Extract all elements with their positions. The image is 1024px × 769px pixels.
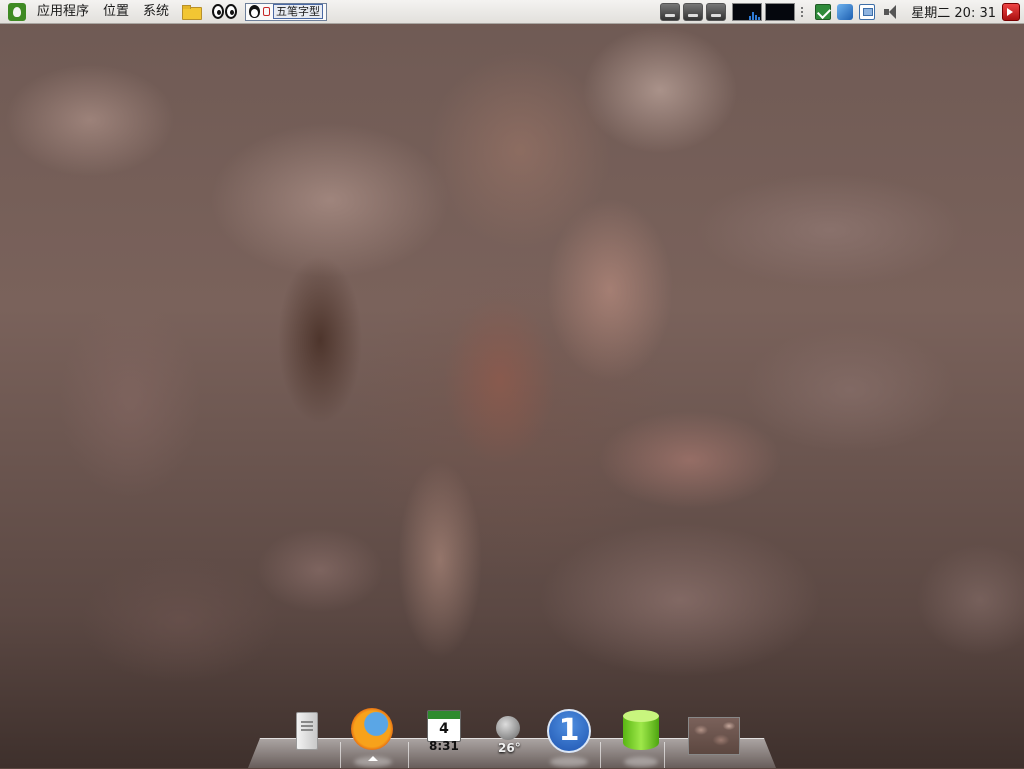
dock-item-workspace[interactable]: 1 — [547, 709, 591, 753]
temperature-label: 26° — [498, 741, 521, 755]
system-monitor-icon[interactable] — [765, 2, 796, 21]
panel-right-area: 星期二 20: 31 — [660, 0, 1024, 24]
dock-separator — [340, 742, 341, 768]
dock-separator — [600, 742, 601, 768]
applet-icon[interactable] — [837, 3, 854, 20]
eyes-icon[interactable] — [212, 4, 238, 19]
workspace-number: 1 — [558, 713, 580, 748]
ime-label: 五笔字型 — [273, 4, 324, 19]
clock[interactable]: 星期二 20: 31 — [911, 2, 996, 21]
dock-item-wallpaper[interactable] — [688, 717, 740, 755]
dock-item-calendar[interactable]: 4 — [427, 710, 461, 742]
eye-left-icon — [212, 4, 225, 19]
tower-icon — [296, 712, 318, 750]
lock-icon — [263, 7, 271, 16]
dock-separator — [664, 742, 665, 768]
thumbnail-icon — [688, 717, 740, 755]
volume-icon[interactable] — [883, 4, 901, 20]
drive-icon[interactable] — [660, 2, 681, 21]
top-panel: 应用程序 位置 系统 五笔字型 星期二 20: 31 — [0, 0, 1024, 24]
drive-icon[interactable] — [683, 2, 704, 21]
drive-icon[interactable] — [706, 2, 727, 21]
dock-item-database[interactable] — [623, 710, 659, 750]
dock-reflection — [550, 757, 588, 767]
dock-time: 8:31 — [429, 739, 459, 753]
system-monitor-icon[interactable] — [732, 2, 763, 21]
system-menu[interactable]: 系统 — [136, 0, 176, 24]
dock-item-computer[interactable] — [296, 712, 318, 750]
tray-handle — [801, 6, 809, 17]
penguin-icon — [249, 5, 261, 18]
database-icon — [623, 710, 659, 750]
places-menu[interactable]: 位置 — [96, 0, 136, 24]
dock-reflection — [624, 757, 658, 767]
logout-icon[interactable] — [1002, 2, 1020, 21]
applications-menu[interactable]: 应用程序 — [30, 0, 96, 24]
mail-icon[interactable] — [815, 3, 832, 20]
dock-item-firefox[interactable] — [351, 708, 393, 750]
firefox-icon — [351, 708, 393, 750]
desktop-wallpaper — [0, 0, 1024, 768]
network-icon[interactable] — [859, 3, 876, 20]
calendar-icon: 4 — [427, 710, 461, 742]
moon-icon — [496, 716, 520, 740]
eye-right-icon — [225, 4, 238, 19]
dock-separator — [408, 742, 409, 768]
gnome-foot-icon[interactable] — [8, 2, 26, 21]
calendar-day: 4 — [439, 721, 449, 737]
dock-item-weather[interactable] — [496, 716, 520, 740]
folder-icon[interactable] — [182, 4, 203, 20]
workspace-icon: 1 — [547, 709, 591, 753]
input-method-indicator[interactable]: 五笔字型 — [245, 2, 328, 21]
dock-reflection — [354, 757, 392, 767]
